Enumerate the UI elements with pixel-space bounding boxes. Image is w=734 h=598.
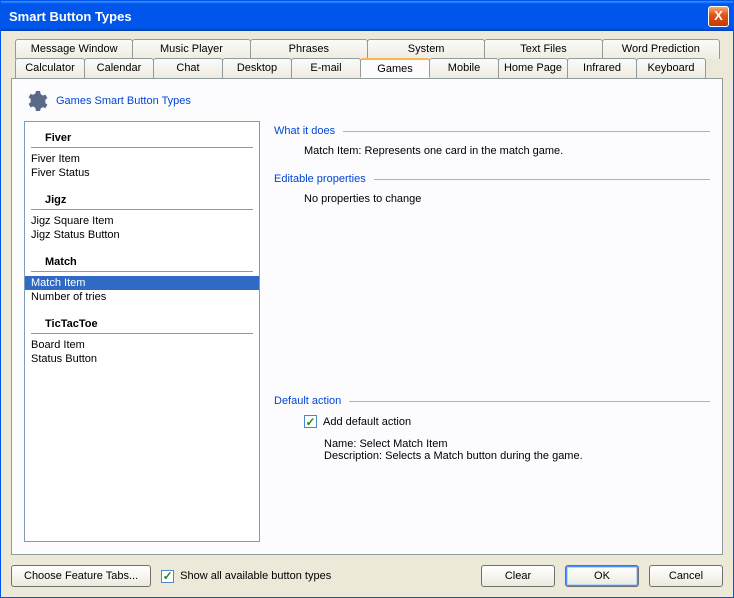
titlebar: Smart Button Types X xyxy=(1,1,733,31)
close-icon[interactable]: X xyxy=(708,6,729,27)
section-what-title: What it does xyxy=(274,125,710,137)
details-pane: What it does Match Item: Represents one … xyxy=(274,121,710,542)
group-header-jigz: Jigz xyxy=(31,190,253,210)
panel-header: Games Smart Button Types xyxy=(24,89,710,113)
cancel-button[interactable]: Cancel xyxy=(649,565,723,587)
section-default-label: Default action xyxy=(274,395,341,407)
window-title: Smart Button Types xyxy=(9,9,708,24)
divider xyxy=(343,131,710,132)
tab-music-player[interactable]: Music Player xyxy=(132,39,250,59)
divider xyxy=(349,401,710,402)
list-item[interactable]: Number of tries xyxy=(25,290,259,304)
tab-mobile[interactable]: Mobile xyxy=(429,58,499,78)
button-type-list[interactable]: Fiver Fiver ItemFiver Status Jigz Jigz Squa… xyxy=(24,121,260,542)
list-item[interactable]: Status Button xyxy=(25,352,259,366)
bottom-bar: Choose Feature Tabs... ✓ Show all availa… xyxy=(11,555,723,587)
default-name-value: Select Match Item xyxy=(359,438,447,450)
list-item[interactable]: Match Item xyxy=(25,276,259,290)
content-area: Message WindowMusic PlayerPhrasesSystemT… xyxy=(1,31,733,597)
section-default-title: Default action xyxy=(274,395,710,407)
divider xyxy=(374,179,710,180)
group-header-match: Match xyxy=(31,252,253,272)
tab-desktop[interactable]: Desktop xyxy=(222,58,292,78)
checkbox-icon: ✓ xyxy=(304,415,317,428)
tab-keyboard[interactable]: Keyboard xyxy=(636,58,706,78)
ok-button[interactable]: OK xyxy=(565,565,639,587)
gear-icon xyxy=(24,89,48,113)
list-item[interactable]: Fiver Item xyxy=(25,152,259,166)
default-desc-value: Selects a Match button during the game. xyxy=(385,450,583,462)
section-props-title: Editable properties xyxy=(274,173,710,185)
section-what-body: Match Item: Represents one card in the m… xyxy=(304,145,710,157)
add-default-action-label: Add default action xyxy=(323,416,411,428)
default-desc-label: Description: xyxy=(324,450,382,462)
list-item[interactable]: Jigz Square Item xyxy=(25,214,259,228)
tab-e-mail[interactable]: E-mail xyxy=(291,58,361,78)
tab-calendar[interactable]: Calendar xyxy=(84,58,154,78)
section-what-label: What it does xyxy=(274,125,335,137)
show-all-checkbox[interactable]: ✓ Show all available button types xyxy=(161,570,331,583)
tab-calculator[interactable]: Calculator xyxy=(15,58,85,78)
show-all-label: Show all available button types xyxy=(180,570,331,582)
add-default-action-checkbox[interactable]: ✓ Add default action xyxy=(304,415,710,428)
choose-feature-tabs-button[interactable]: Choose Feature Tabs... xyxy=(11,565,151,587)
list-item[interactable]: Board Item xyxy=(25,338,259,352)
tab-home-page[interactable]: Home Page xyxy=(498,58,568,78)
dialog-window: Smart Button Types X Message WindowMusic… xyxy=(0,0,734,598)
tab-system[interactable]: System xyxy=(367,39,485,59)
tab-row-lower: CalculatorCalendarChatDesktopE-mailGames… xyxy=(15,58,719,78)
tab-infrared[interactable]: Infrared xyxy=(567,58,637,78)
panel-title: Games Smart Button Types xyxy=(56,95,191,107)
tab-container: Message WindowMusic PlayerPhrasesSystemT… xyxy=(11,39,723,78)
section-props-label: Editable properties xyxy=(274,173,366,185)
tab-text-files[interactable]: Text Files xyxy=(484,39,602,59)
tab-row-upper: Message WindowMusic PlayerPhrasesSystemT… xyxy=(15,39,719,59)
checkbox-icon: ✓ xyxy=(161,570,174,583)
tab-message-window[interactable]: Message Window xyxy=(15,39,133,59)
default-name-label: Name: xyxy=(324,438,356,450)
tab-games[interactable]: Games xyxy=(360,58,430,78)
list-item[interactable]: Fiver Status xyxy=(25,166,259,180)
default-action-details: Name: Select Match Item Description: Sel… xyxy=(324,438,710,462)
group-header-fiver: Fiver xyxy=(31,128,253,148)
clear-button[interactable]: Clear xyxy=(481,565,555,587)
tab-panel: Games Smart Button Types Fiver Fiver Item… xyxy=(11,78,723,555)
panel-body: Fiver Fiver ItemFiver Status Jigz Jigz Squa… xyxy=(24,121,710,542)
group-header-tictactoe: TicTacToe xyxy=(31,314,253,334)
tab-phrases[interactable]: Phrases xyxy=(250,39,368,59)
section-props-body: No properties to change xyxy=(304,193,710,205)
list-item[interactable]: Jigz Status Button xyxy=(25,228,259,242)
tab-chat[interactable]: Chat xyxy=(153,58,223,78)
tab-word-prediction[interactable]: Word Prediction xyxy=(602,39,720,59)
